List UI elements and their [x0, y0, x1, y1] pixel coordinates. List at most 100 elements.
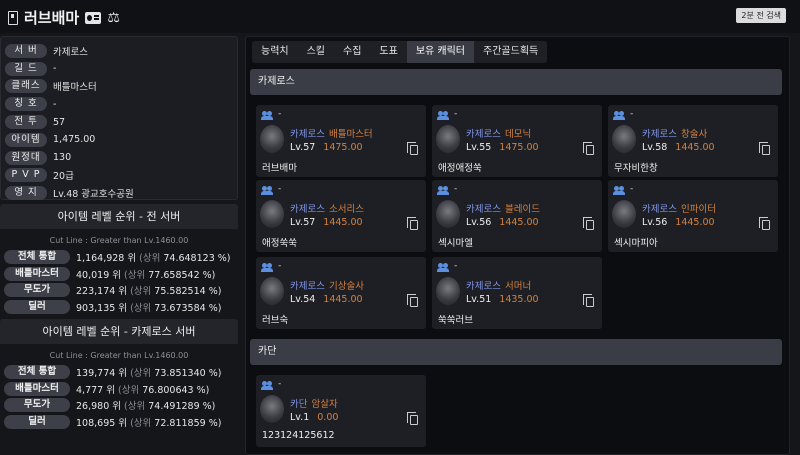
profile-label: P V P	[5, 168, 47, 183]
profile-value: Lv.48 광교호수공원	[53, 189, 134, 201]
characters-panel: 능력치 스킬 수집 도표 보유 캐릭터 주간골드획득 카제로스 - 카제로스 배틀마스터 Lv.5…	[245, 36, 790, 455]
character-card[interactable]: - 카제로스 서머너 Lv.51 1435.00 쑥쑥러브	[432, 257, 602, 329]
id-card-icon[interactable]	[85, 11, 102, 24]
tab-1[interactable]: 스킬	[298, 41, 334, 63]
character-avatar	[260, 200, 284, 228]
tab-5[interactable]: 주간골드획득	[474, 41, 547, 63]
character-card[interactable]: - 카제로스 기상술사 Lv.54 1445.00 러브숙	[256, 257, 426, 329]
character-server-class: 카제로스 소서리스	[290, 201, 364, 215]
character-card[interactable]: - 카제로스 인파이터 Lv.56 1445.00 섹시마피아	[608, 180, 778, 252]
copy-icon[interactable]	[407, 217, 418, 230]
rank-percent: 74.491289 %)	[148, 401, 216, 413]
profile-row: 서 버 카제로스	[5, 42, 233, 60]
party-icon	[437, 186, 450, 195]
rank-row: 배틀마스터 40,019 위 (상위 77.658542 %)	[0, 266, 238, 283]
profile-row: 클래스 배틀마스터	[5, 78, 233, 96]
character-server-class: 카제로스 서머너	[466, 278, 531, 292]
character-avatar	[260, 395, 284, 423]
character-levels: Lv.57 1445.00	[290, 217, 363, 228]
character-card[interactable]: - 카단 암살자 Lv.1 0.00 123124125612	[256, 375, 426, 447]
rank-value: 4,777 위 (상위 76.800643 %)	[76, 382, 209, 396]
rank-row: 무도가 26,980 위 (상위 74.491289 %)	[0, 397, 238, 414]
rank-percent: 77.658542 %)	[148, 269, 216, 281]
character-card[interactable]: - 카제로스 데모닉 Lv.55 1475.00 애정애정쑥	[432, 105, 602, 177]
copy-icon[interactable]	[407, 294, 418, 307]
guild-name: -	[454, 261, 458, 271]
tab-4[interactable]: 보유 캐릭터	[406, 41, 475, 63]
character-server-class: 카제로스 데모닉	[466, 126, 531, 140]
profile-label: 클래스	[5, 79, 47, 94]
character-card[interactable]: - 카제로스 소서리스 Lv.57 1445.00 애정쑥쑥	[256, 180, 426, 252]
character-level: Lv.1	[290, 412, 310, 423]
character-levels: Lv.55 1475.00	[466, 142, 539, 153]
party-icon	[437, 111, 450, 120]
rank-percent-prefix: (상위	[139, 253, 161, 265]
rank-position: 40,019 위	[76, 269, 122, 281]
party-icon	[437, 263, 450, 272]
rank-label: 배틀마스터	[4, 381, 70, 396]
rank-percent-prefix: (상위	[124, 401, 146, 413]
top-bar: 러브배마 ⚖ 2분 전 검색	[0, 0, 800, 33]
rank-row: 배틀마스터 4,777 위 (상위 76.800643 %)	[0, 381, 238, 398]
rank-percent-prefix: (상위	[130, 417, 152, 429]
copy-icon[interactable]	[583, 142, 594, 155]
character-card[interactable]: - 카제로스 배틀마스터 Lv.57 1475.00 러브배마	[256, 105, 426, 177]
tab-3[interactable]: 도표	[370, 41, 406, 63]
rank-position: 26,980 위	[76, 401, 122, 413]
tab-0[interactable]: 능력치	[252, 41, 298, 63]
character-server-class: 카제로스 창술사	[642, 126, 707, 140]
character-class: 소서리스	[328, 204, 364, 215]
character-server-class: 카제로스 블레이드	[466, 201, 540, 215]
copy-icon[interactable]	[583, 217, 594, 230]
character-class: 인파이터	[680, 204, 716, 215]
copy-icon[interactable]	[759, 142, 770, 155]
profile-label: 칭 호	[5, 97, 47, 112]
character-avatar	[612, 125, 636, 153]
server-group-header: 카단	[250, 339, 782, 365]
rank-value: 1,164,928 위 (상위 74.648123 %)	[76, 250, 231, 264]
character-card[interactable]: - 카제로스 블레이드 Lv.56 1445.00 섹시마엘	[432, 180, 602, 252]
rank-row: 전체 통합 139,774 위 (상위 73.851340 %)	[0, 364, 238, 381]
rank-all-servers: 아이템 레벨 순위 - 전 서버 Cut Line : Greater than…	[0, 204, 238, 315]
copy-icon[interactable]	[583, 294, 594, 307]
character-name: 러브배마	[24, 9, 80, 27]
party-icon	[261, 111, 274, 120]
bookmark-icon[interactable]	[8, 10, 18, 25]
copy-icon[interactable]	[407, 142, 418, 155]
rank-position: 1,164,928 위	[76, 253, 137, 265]
character-level: Lv.56	[466, 217, 492, 228]
profile-label: 영 지	[5, 186, 47, 201]
rank-percent: 73.673584 %)	[154, 302, 222, 314]
rank-position: 903,135 위	[76, 302, 128, 314]
rank-row: 딜러 903,135 위 (상위 73.673584 %)	[0, 299, 238, 316]
item-level: 0.00	[317, 412, 339, 423]
character-server: 카단	[290, 399, 308, 410]
scale-icon[interactable]: ⚖	[107, 11, 120, 25]
character-avatar	[436, 125, 460, 153]
rank-percent-prefix: (상위	[130, 286, 152, 298]
item-level: 1435.00	[499, 294, 539, 305]
rank-percent-prefix: (상위	[130, 302, 152, 314]
party-icon	[261, 263, 274, 272]
party-icon	[261, 381, 274, 390]
tab-2[interactable]: 수집	[334, 41, 370, 63]
recent-search-button[interactable]: 2분 전 검색	[736, 8, 786, 23]
profile-label: 서 버	[5, 43, 47, 58]
guild-name: -	[454, 184, 458, 194]
profile-value: 20급	[53, 171, 74, 183]
copy-icon[interactable]	[407, 412, 418, 425]
server-group-header: 카제로스	[250, 69, 782, 95]
character-card[interactable]: - 카제로스 창술사 Lv.58 1445.00 무자비한창	[608, 105, 778, 177]
copy-icon[interactable]	[759, 217, 770, 230]
character-server-class: 카제로스 배틀마스터	[290, 126, 373, 140]
rank-value: 108,695 위 (상위 72.811859 %)	[76, 415, 221, 429]
item-level: 1445.00	[499, 217, 539, 228]
rank-value: 223,174 위 (상위 75.582514 %)	[76, 283, 221, 297]
rank-all-cutline: Cut Line : Greater than Lv.1460.00	[49, 236, 189, 245]
rank-percent: 72.811859 %)	[154, 417, 222, 429]
rank-percent-prefix: (상위	[130, 368, 152, 380]
profile-label: 아이템	[5, 132, 47, 147]
tab-bar: 능력치 스킬 수집 도표 보유 캐릭터 주간골드획득	[252, 41, 548, 63]
party-icon	[261, 186, 274, 195]
character-name: 애정애정쑥	[438, 163, 482, 174]
